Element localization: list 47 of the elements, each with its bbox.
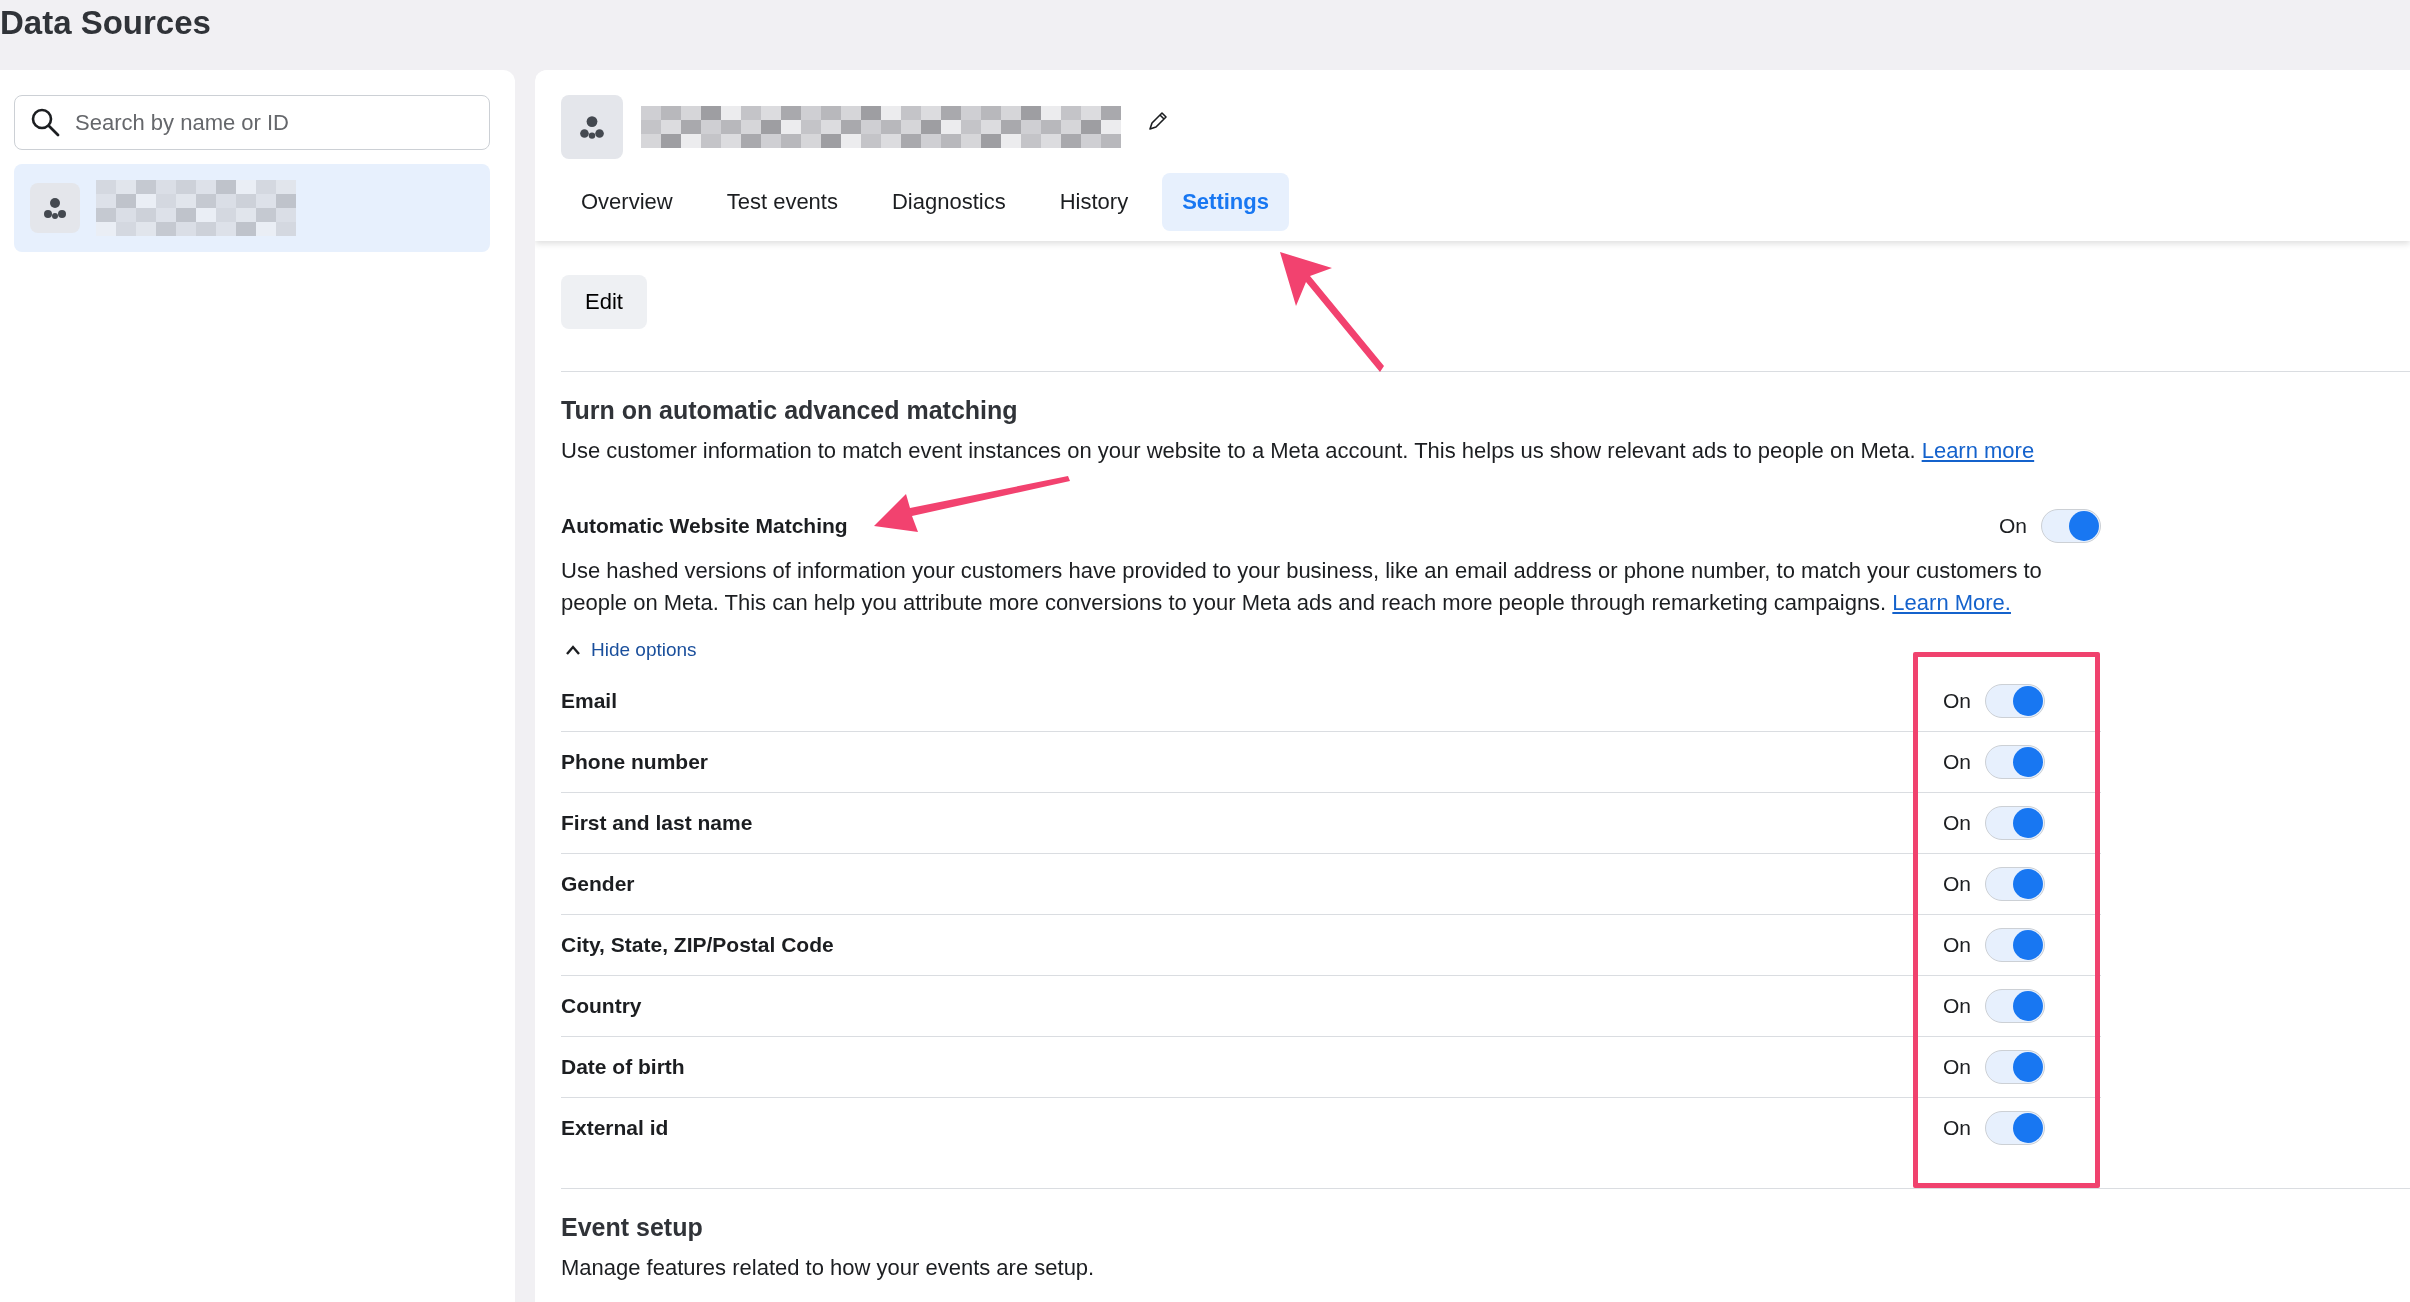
toggle-switch[interactable] xyxy=(1985,744,2045,779)
field-label: Phone number xyxy=(561,749,709,774)
setting-description: Use hashed versions of information your customers have provided to your business, like an email address or phone number, to match your customers to people on Meta. This can help you attribute more conversions to your Meta ads and reach more people through remarketing campaigns. Learn More. xyxy=(561,556,2043,617)
field-label: First and last name xyxy=(561,810,754,835)
chevron-icon xyxy=(565,643,581,656)
hide-options-link[interactable]: Hide options xyxy=(561,630,701,669)
toggle-switch[interactable] xyxy=(1985,683,2045,718)
toggle-switch[interactable] xyxy=(1985,1049,2045,1084)
state-label: On xyxy=(1943,993,1971,1018)
state-label: On xyxy=(1943,932,1971,957)
toggle-switch[interactable] xyxy=(2041,508,2101,543)
search-field[interactable]: Search by name or ID xyxy=(14,95,490,150)
toggle-switch[interactable] xyxy=(1985,988,2045,1023)
section-description: Manage features related to how your events are setup. xyxy=(561,1253,1096,1282)
setting-label: Automatic Website Matching xyxy=(561,513,849,538)
tab[interactable]: Settings xyxy=(1162,173,1289,231)
learn-more-link[interactable]: Learn more xyxy=(1921,438,2035,463)
section-title: Turn on automatic advanced matching xyxy=(561,396,1019,425)
toggle-switch[interactable] xyxy=(1985,927,2045,962)
field-label: City, State, ZIP/Postal Code xyxy=(561,932,835,957)
network-icon xyxy=(578,113,606,141)
tab[interactable]: Overview xyxy=(561,173,693,231)
tab[interactable]: History xyxy=(1039,173,1149,231)
network-icon xyxy=(42,195,68,221)
state-label: On xyxy=(1943,688,1971,713)
field-label: Email xyxy=(561,688,619,713)
section-title: Event setup xyxy=(561,1212,704,1242)
toggle-switch[interactable] xyxy=(1985,866,2045,901)
state-label: On xyxy=(1999,513,2027,538)
state-label: On xyxy=(1943,1115,1971,1140)
field-label: External id xyxy=(561,1115,670,1140)
field-label: Gender xyxy=(561,871,636,896)
field-label: Date of birth xyxy=(561,1054,686,1079)
edit-button[interactable]: Edit xyxy=(561,275,647,329)
learn-more-link[interactable]: Learn More. xyxy=(1892,589,2011,615)
toggle-switch[interactable] xyxy=(1985,1110,2045,1145)
tab[interactable]: Test events xyxy=(706,173,858,231)
tab[interactable]: Diagnostics xyxy=(871,173,1026,231)
state-label: On xyxy=(1943,749,1971,774)
section-description: Use customer information to match event instances on your website to a Meta account. This helps us show relevant ads to people on Meta. Learn more xyxy=(561,437,2036,465)
toggle-switch[interactable] xyxy=(1985,805,2045,840)
field-label: Country xyxy=(561,993,643,1018)
state-label: On xyxy=(1943,871,1971,896)
state-label: On xyxy=(1943,1054,1971,1079)
page-title: Data Sources xyxy=(0,3,212,43)
pencil-icon[interactable] xyxy=(1147,110,1169,132)
state-label: On xyxy=(1943,810,1971,835)
